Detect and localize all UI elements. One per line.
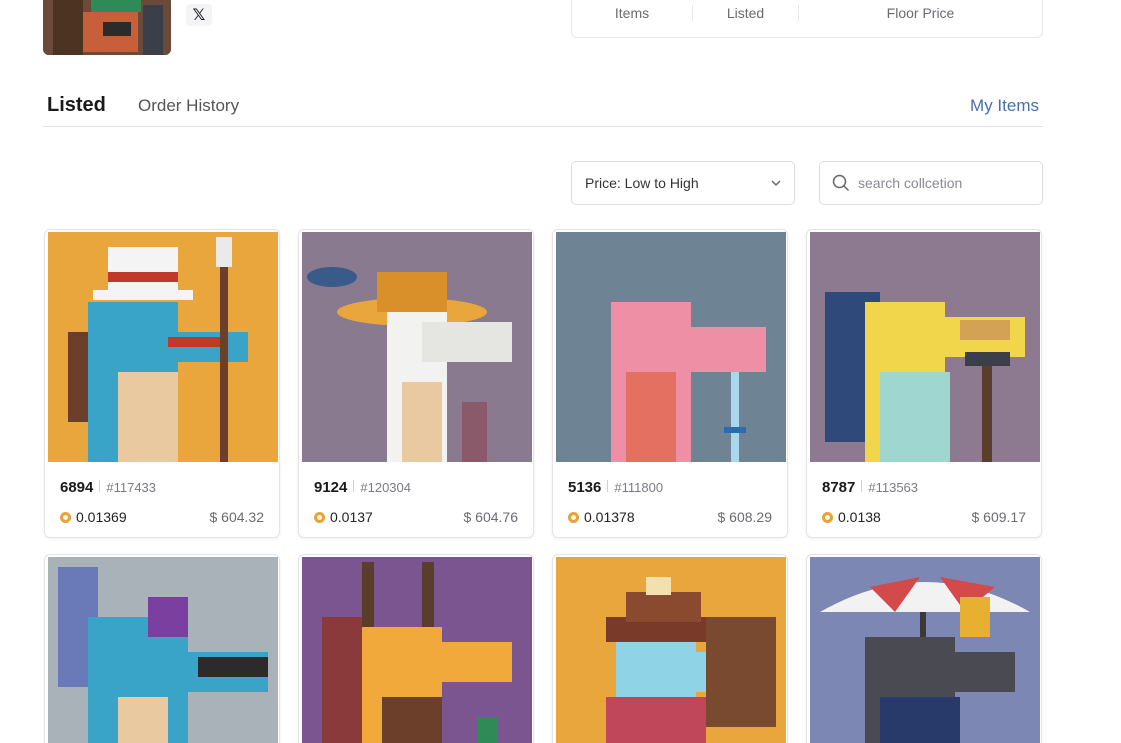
nft-usd-price: $ 604.32 <box>209 509 265 525</box>
nft-name: 9124 <box>314 479 348 496</box>
nft-usd-price: $ 604.76 <box>463 509 519 525</box>
search-input[interactable] <box>858 175 1028 191</box>
sort-select-value: Price: Low to High <box>585 175 699 191</box>
nft-name: 8787 <box>822 479 856 496</box>
nft-card[interactable]: 9124 #120304 0.0137 $ 604.76 <box>298 229 534 538</box>
nft-card[interactable] <box>552 554 788 743</box>
coin-icon <box>314 511 325 523</box>
chevron-down-icon <box>771 180 781 186</box>
x-social-link[interactable]: 𝕏 <box>186 4 212 26</box>
tab-listed[interactable]: Listed <box>47 94 106 117</box>
nft-image <box>302 232 532 462</box>
coin-icon <box>568 511 579 523</box>
nft-price: 0.01369 <box>76 509 127 525</box>
x-icon: 𝕏 <box>192 7 206 24</box>
nft-card[interactable] <box>298 554 534 743</box>
tab-order-history[interactable]: Order History <box>138 96 239 116</box>
nft-price: 0.01378 <box>584 509 635 525</box>
nft-name: 6894 <box>60 479 94 496</box>
divider <box>99 480 101 492</box>
tab-my-items[interactable]: My Items <box>970 96 1039 116</box>
nft-card[interactable]: 6894 #117433 0.01369 $ 604.32 <box>44 229 280 538</box>
nft-price: 0.0137 <box>330 509 373 525</box>
divider <box>861 480 863 492</box>
nft-card[interactable]: 5136 #111800 0.01378 $ 608.29 <box>552 229 788 538</box>
nft-card[interactable] <box>44 554 280 743</box>
stat-listed-label: Listed <box>692 5 798 21</box>
nft-image <box>48 232 278 462</box>
nft-card[interactable]: 8787 #113563 0.0138 $ 609.17 <box>806 229 1042 538</box>
stat-floor-price-label: Floor Price <box>798 5 1042 21</box>
nft-usd-price: $ 609.17 <box>971 509 1027 525</box>
coin-icon <box>822 511 833 523</box>
collection-stats: Items Listed Floor Price <box>571 0 1043 38</box>
nft-image <box>810 232 1040 462</box>
search-box[interactable] <box>819 161 1043 205</box>
collection-avatar <box>43 0 171 55</box>
nft-id: #117433 <box>106 480 157 495</box>
nft-image <box>556 557 786 743</box>
nft-id: #113563 <box>868 480 919 495</box>
nft-card[interactable] <box>806 554 1042 743</box>
nft-id: #111800 <box>614 480 664 495</box>
nft-name: 5136 <box>568 479 602 496</box>
coin-icon <box>60 511 71 523</box>
divider <box>607 480 609 492</box>
nft-image <box>556 232 786 462</box>
nft-image <box>810 557 1040 743</box>
nft-image <box>302 557 532 743</box>
nft-usd-price: $ 608.29 <box>717 509 773 525</box>
tab-bar: Listed Order History My Items <box>43 94 1043 127</box>
nft-price: 0.0138 <box>838 509 881 525</box>
nft-id: #120304 <box>360 480 411 495</box>
sort-select[interactable]: Price: Low to High <box>571 161 795 205</box>
search-icon <box>832 174 850 192</box>
divider <box>353 480 355 492</box>
nft-image <box>48 557 278 743</box>
stat-items-label: Items <box>614 5 650 21</box>
